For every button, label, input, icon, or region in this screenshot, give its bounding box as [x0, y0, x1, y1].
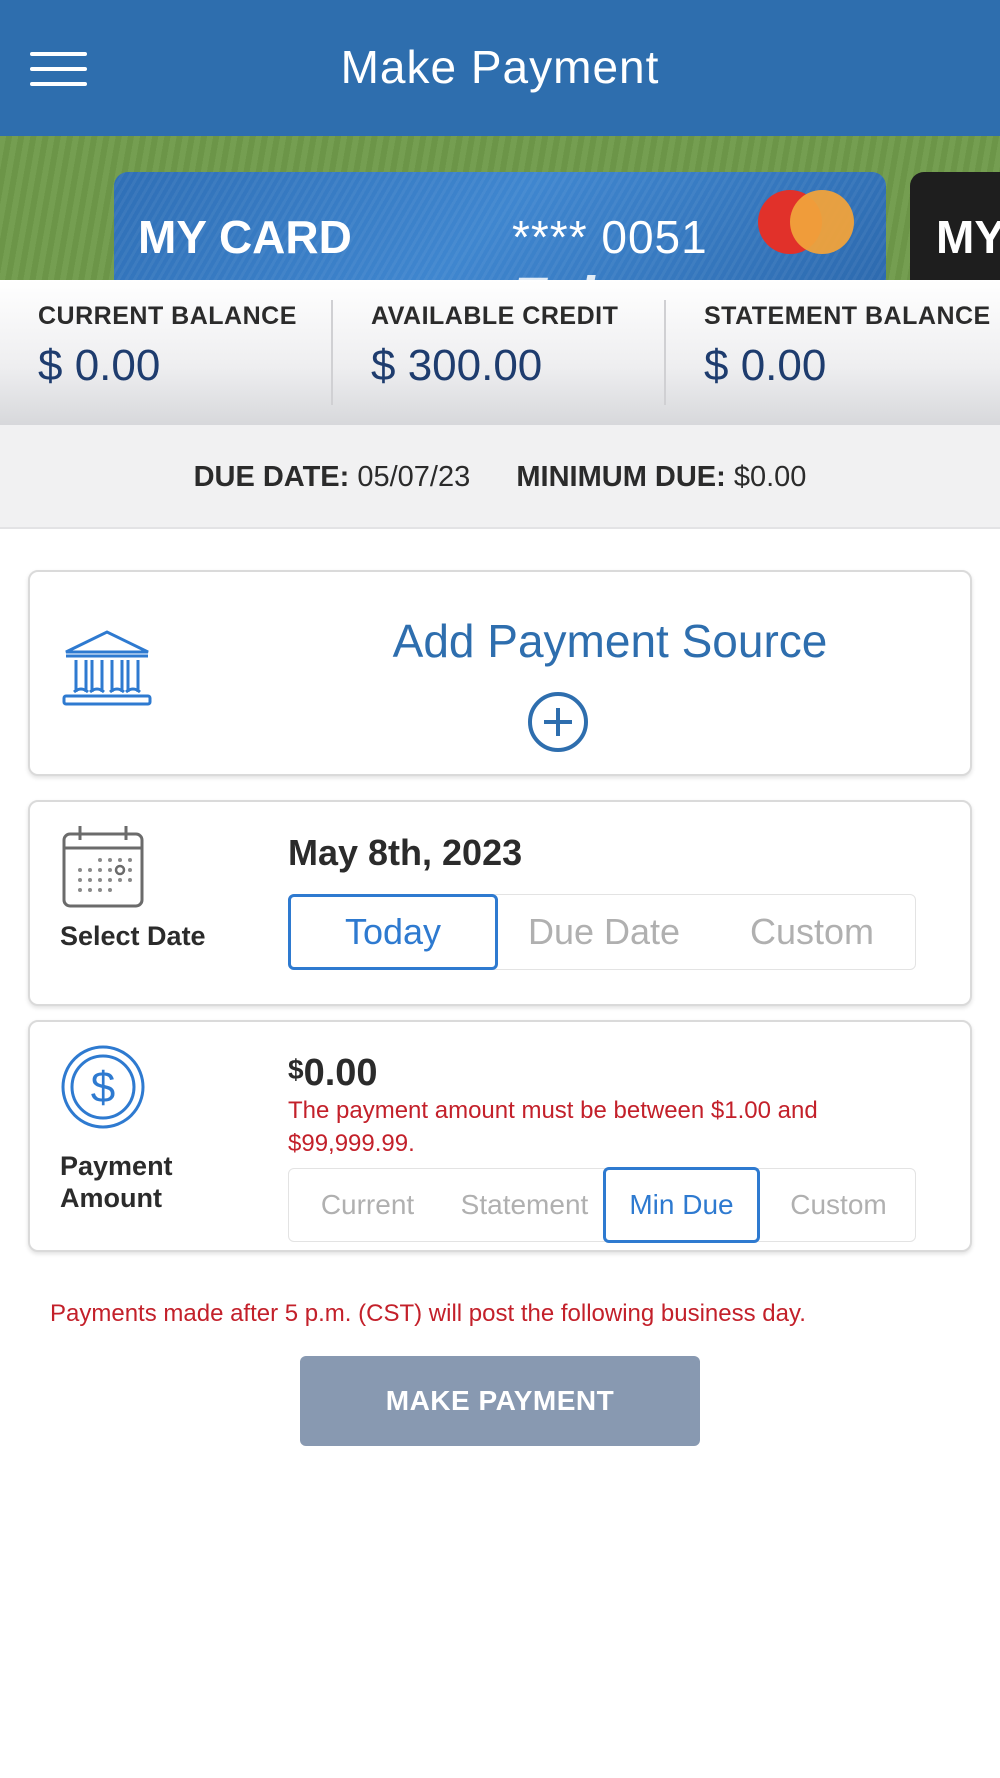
due-date-label: DUE DATE:	[193, 461, 350, 493]
due-date-value: 05/07/23	[357, 461, 471, 493]
due-info-text: DUE DATE: 05/07/23 MINIMUM DUE: $0.00	[0, 461, 1000, 494]
available-credit-label: AVAILABLE CREDIT	[371, 302, 619, 330]
make-payment-button[interactable]: MAKE PAYMENT	[300, 1356, 700, 1446]
dollar-icon: $	[61, 1045, 145, 1129]
credit-card-my-card[interactable]: MY CARD **** 0051 Frio	[114, 172, 886, 280]
select-date-panel: Select Date May 8th, 2023 Today Due Date…	[28, 800, 972, 1006]
date-option-today[interactable]: Today	[288, 894, 498, 970]
credit-card-next[interactable]: MY	[910, 172, 1000, 280]
card-name: MY CARD	[138, 211, 352, 263]
add-payment-source-title[interactable]: Add Payment Source	[330, 614, 890, 668]
amount-option-min-due[interactable]: Min Due	[603, 1167, 760, 1243]
svg-text:$: $	[91, 1063, 115, 1112]
date-option-selector[interactable]: Today Due Date Custom	[288, 894, 916, 970]
payment-amount-value[interactable]: 0.00	[304, 1052, 378, 1094]
payment-amount-input[interactable]: $0.00	[288, 1052, 378, 1095]
payment-amount-label: Payment Amount	[60, 1150, 173, 1214]
divider	[331, 300, 333, 405]
add-payment-source-panel[interactable]: Add Payment Source	[28, 570, 972, 776]
card-brand-watermark: Frio	[510, 264, 639, 280]
minimum-due-label: MINIMUM DUE:	[516, 461, 726, 493]
payment-amount-panel: $ Payment Amount $0.00 The payment amoun…	[28, 1020, 972, 1252]
current-balance-value: $ 0.00	[38, 341, 161, 390]
amount-error-message: The payment amount must be between $1.00…	[288, 1097, 818, 1157]
payment-amount-label-line1: Payment	[60, 1151, 173, 1181]
payment-cutoff-notice: Payments made after 5 p.m. (CST) will po…	[50, 1300, 806, 1327]
available-credit: AVAILABLE CREDIT $ 300.00	[371, 302, 618, 391]
amount-option-custom[interactable]: Custom	[760, 1169, 917, 1241]
card-carousel[interactable]: MY CARD **** 0051 Frio MY	[0, 136, 1000, 280]
add-circle-icon[interactable]	[526, 690, 590, 754]
divider	[664, 300, 666, 405]
statement-balance-value: $ 0.00	[704, 341, 827, 390]
due-info-bar: DUE DATE: 05/07/23 MINIMUM DUE: $0.00	[0, 425, 1000, 529]
selected-date: May 8th, 2023	[288, 832, 523, 873]
mastercard-logo-icon	[758, 190, 854, 254]
amount-option-current[interactable]: Current	[289, 1169, 446, 1241]
amount-option-selector[interactable]: Current Statement Min Due Custom	[288, 1167, 917, 1243]
select-date-label: Select Date	[60, 921, 206, 951]
date-option-custom[interactable]: Custom	[709, 895, 915, 969]
statement-balance: STATEMENT BALANCE $ 0.00	[704, 302, 991, 391]
app-header: Make Payment	[0, 0, 1000, 136]
minimum-due-value: $0.00	[733, 461, 807, 493]
statement-balance-label: STATEMENT BALANCE	[704, 302, 991, 330]
card-number: **** 0051	[512, 211, 708, 263]
current-balance: CURRENT BALANCE $ 0.00	[38, 302, 297, 391]
page-title: Make Payment	[340, 41, 660, 93]
available-credit-value: $ 300.00	[371, 341, 543, 390]
calendar-icon	[62, 826, 144, 908]
balance-summary: CURRENT BALANCE $ 0.00 AVAILABLE CREDIT …	[0, 280, 1000, 425]
current-balance-label: CURRENT BALANCE	[38, 302, 297, 330]
bank-icon	[62, 630, 152, 706]
date-option-due-date[interactable]: Due Date	[499, 895, 709, 969]
currency-symbol: $	[288, 1054, 304, 1085]
amount-option-statement[interactable]: Statement	[446, 1169, 603, 1241]
payment-amount-label-line2: Amount	[60, 1183, 162, 1213]
card-name: MY	[936, 211, 1000, 263]
